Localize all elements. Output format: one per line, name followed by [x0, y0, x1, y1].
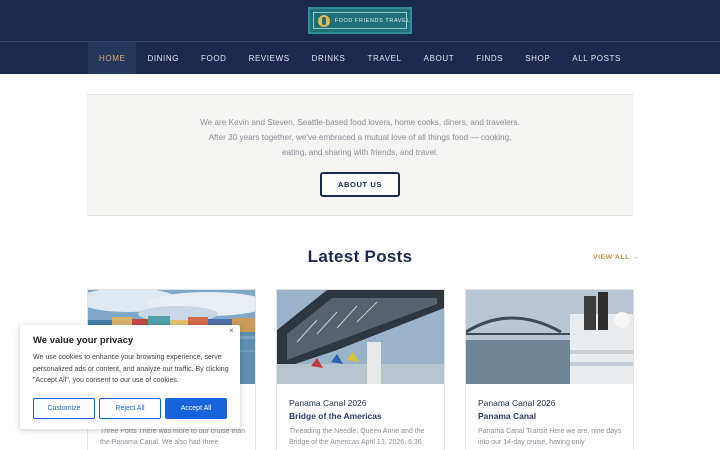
- post-image-canal[interactable]: [466, 290, 633, 384]
- logo-emblem-icon: [318, 14, 330, 27]
- nav-item-about[interactable]: ABOUT: [413, 42, 466, 74]
- post-excerpt: Panama Canal Transit Here we are, nine d…: [478, 428, 622, 446]
- close-icon[interactable]: ×: [229, 326, 234, 335]
- main-nav: HOME DINING FOOD REVIEWS DRINKS TRAVEL A…: [0, 42, 720, 74]
- accept-all-button[interactable]: Accept All: [165, 398, 227, 419]
- about-intro-text: We are Kevin and Steven, Seattle-based f…: [200, 118, 520, 157]
- canal-photo: [466, 290, 633, 384]
- about-section: We are Kevin and Steven, Seattle-based f…: [87, 94, 633, 216]
- nav-item-drinks[interactable]: DRINKS: [301, 42, 357, 74]
- nav-item-dining[interactable]: DINING: [136, 42, 190, 74]
- post-title[interactable]: Bridge of the Americas: [289, 411, 382, 421]
- site-header: FOOD FRIENDS TRAVEL HOME DINING FOOD REV…: [0, 0, 720, 74]
- reject-all-button[interactable]: Reject All: [99, 398, 161, 419]
- post-card-2[interactable]: Panama Canal 2026 Bridge of the Americas…: [276, 289, 445, 450]
- view-all-link[interactable]: VIEW ALL →: [593, 254, 640, 261]
- nav-item-reviews[interactable]: REVIEWS: [238, 42, 301, 74]
- customize-button[interactable]: Customize: [33, 398, 95, 419]
- cookie-description: We use cookies to enhance your browsing …: [33, 354, 229, 384]
- page: FOOD FRIENDS TRAVEL HOME DINING FOOD REV…: [0, 0, 720, 450]
- nav-item-shop[interactable]: SHOP: [514, 42, 561, 74]
- post-title[interactable]: Panama Canal: [478, 411, 536, 421]
- about-us-button[interactable]: ABOUT US: [320, 172, 400, 197]
- cookie-title: We value your privacy: [33, 335, 134, 346]
- logo-text: FOOD FRIENDS TRAVEL: [334, 17, 410, 24]
- bridge-photo: [277, 290, 444, 384]
- post-card-3[interactable]: Panama Canal 2026 Panama Canal Panama Ca…: [465, 289, 634, 450]
- post-image-bridge[interactable]: [277, 290, 444, 384]
- post-category[interactable]: Panama Canal 2026: [289, 398, 367, 408]
- post-excerpt: Threading the Needle: Queen Anne and the…: [289, 428, 425, 446]
- nav-item-travel[interactable]: TRAVEL: [357, 42, 413, 74]
- cookie-consent-banner: × We value your privacy We use cookies t…: [20, 325, 240, 429]
- nav-item-finds[interactable]: FINDS: [465, 42, 514, 74]
- site-logo[interactable]: FOOD FRIENDS TRAVEL: [308, 7, 412, 34]
- post-excerpt: Three Ports There was more to our cruise…: [100, 428, 245, 446]
- post-category[interactable]: Panama Canal 2026: [478, 398, 556, 408]
- nav-item-all-posts[interactable]: ALL POSTS: [561, 42, 632, 74]
- nav-item-food[interactable]: FOOD: [190, 42, 238, 74]
- nav-item-home[interactable]: HOME: [88, 42, 137, 74]
